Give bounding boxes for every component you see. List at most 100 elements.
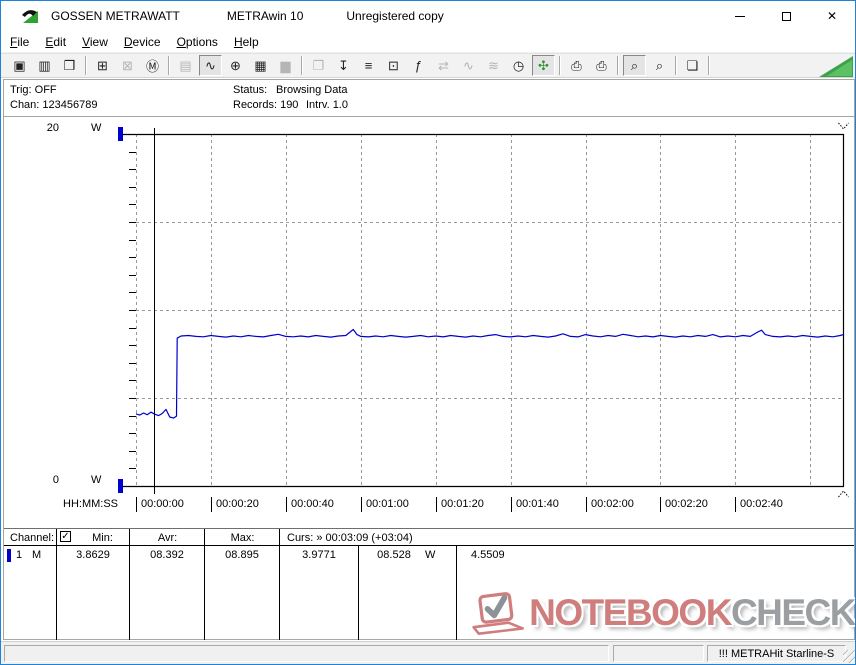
menu-device[interactable]: Device: [117, 33, 168, 51]
menu-edit[interactable]: Edit: [38, 33, 73, 51]
resize-grip[interactable]: [843, 650, 855, 663]
menu-bar: File Edit View Device Options Help: [1, 31, 855, 53]
maximize-button[interactable]: [763, 1, 809, 31]
notebookcheck-laptop-icon: [472, 592, 524, 635]
x-tick-label: 00:00:20: [216, 498, 259, 510]
col-header-min: Min:: [92, 532, 113, 544]
status-panel-device: !!! METRAHit Starline-S: [707, 645, 846, 662]
y-axis-max-label: 20: [46, 122, 59, 134]
monitor-setup-icon[interactable]: ⊡: [382, 55, 405, 76]
row-cursor-b-value: 08.528: [377, 549, 411, 561]
row-cursor-b-unit: W: [425, 549, 436, 561]
x-tick-label: 00:01:20: [441, 498, 484, 510]
x-tick-label: 00:01:40: [516, 498, 559, 510]
app-logo-icon: [22, 10, 38, 23]
formula-icon[interactable]: ƒ: [407, 55, 430, 76]
row-channel-number: 1: [16, 549, 23, 561]
x-tick-label: 00:02:40: [740, 498, 783, 510]
toolbar-separator: [675, 56, 677, 75]
toolbar-separator: [559, 56, 561, 75]
close-icon: ✕: [826, 9, 838, 23]
print-chart-icon[interactable]: ⎙: [590, 55, 613, 76]
y-axis-max-unit: W: [91, 122, 102, 134]
menu-view[interactable]: View: [75, 33, 115, 51]
maximize-icon: [781, 11, 791, 21]
transfer-icon: ⇄: [432, 55, 455, 76]
row-cursor-a-value: 3.9771: [302, 549, 336, 561]
watermark-text-primary: NOTEBOOK: [529, 592, 732, 633]
channel-color-marker: [7, 549, 11, 562]
trigger-status: Trig: OFF: [10, 84, 57, 96]
row-avr-value: 08.392: [150, 549, 184, 561]
bargraph-display-icon: ▆: [274, 55, 297, 76]
minimize-icon: [735, 15, 745, 17]
row-min-value: 3.8629: [76, 549, 110, 561]
y-axis-min-unit: W: [91, 474, 102, 486]
watermark-text-secondary: CHECK: [730, 592, 855, 633]
live-view-icon[interactable]: ✣: [532, 55, 555, 76]
x-tick-label: 00:00:40: [291, 498, 334, 510]
title-bar: GOSSEN METRAWATT METRAwin 10 Unregistere…: [1, 1, 855, 31]
y-axis-marker-bottom: [118, 479, 123, 493]
print-data-icon[interactable]: ⎙: [565, 55, 588, 76]
toolbar-separator: [301, 56, 303, 75]
x-tick-label: 00:00:00: [141, 498, 184, 510]
zoom-select-icon[interactable]: ⌕: [648, 55, 671, 76]
notebookcheck-watermark: NOTEBOOKCHECK: [471, 579, 855, 647]
row-channel-mode: M: [32, 549, 42, 561]
minimize-button[interactable]: [717, 1, 763, 31]
title-product-name: METRAwin 10: [226, 9, 304, 23]
y-axis-min-label: 0: [52, 474, 59, 486]
row-max-value: 08.895: [225, 549, 259, 561]
numeric-display-icon: ▤: [174, 55, 197, 76]
col-header-cursor: Curs: » 00:03:09 (+03:04): [287, 532, 413, 544]
save-data-icon[interactable]: ▣: [8, 55, 31, 76]
zoom-wave-icon[interactable]: ⌕: [623, 55, 646, 76]
col-header-avr: Avr:: [157, 532, 178, 544]
y-axis-marker-top: [118, 127, 123, 141]
x-tick-label: 00:01:00: [366, 498, 409, 510]
toolbar-separator: [617, 56, 619, 75]
menu-file[interactable]: File: [3, 33, 36, 51]
menu-options[interactable]: Options: [170, 33, 225, 51]
records-count: Records: 190: [233, 99, 299, 111]
toolbar-corner-triangle-icon: [819, 56, 853, 77]
x-tick-label: 00:02:20: [665, 498, 708, 510]
title-license-text: Unregistered copy: [346, 9, 444, 23]
waveform-display-icon[interactable]: ∿: [199, 55, 222, 76]
header-divider: [4, 545, 854, 546]
toolbar-separator: [85, 56, 87, 75]
info-panel: Trig: OFF Chan: 123456789 Status: Browsi…: [4, 80, 854, 117]
menu-help[interactable]: Help: [227, 33, 266, 51]
status-value: Browsing Data: [276, 84, 348, 96]
device-memory-icon[interactable]: Ⓜ: [141, 55, 164, 76]
device-name: !!! METRAHit Starline-S: [718, 647, 835, 660]
device-download-icon[interactable]: ⊞: [91, 55, 114, 76]
crosshair-display-icon[interactable]: ⊕: [224, 55, 247, 76]
table-display-icon[interactable]: ▦: [249, 55, 272, 76]
export-data-icon[interactable]: ↧: [332, 55, 355, 76]
status-panel-secondary: [613, 645, 704, 662]
channel-list: Chan: 123456789: [10, 99, 98, 111]
toolbar-separator: [168, 56, 170, 75]
title-app-name: GOSSEN METRAWATT: [51, 9, 180, 23]
save-as-icon[interactable]: ▥: [33, 55, 56, 76]
toolbar: ▣ ▥ ❒ ⊞ ⊠ Ⓜ ▤ ∿ ⊕ ▦ ▆ ❐ ↧ ≡ ⊡ ƒ ⇄ ∿ ≋ ◷ ✣ ⎙ ⎙ ⌕ ⌕ ❏: [1, 53, 855, 78]
col-header-max: Max:: [230, 532, 255, 544]
status-label: Status:: [233, 84, 268, 96]
app-window: GOSSEN METRAWATT METRAwin 10 Unregistere…: [0, 0, 856, 665]
timer-icon[interactable]: ◷: [507, 55, 530, 76]
annotation-icon[interactable]: ❏: [681, 55, 704, 76]
device-stop-icon: ⊠: [116, 55, 139, 76]
toolbar-separator: [708, 56, 710, 75]
interval-value: Intrv. 1.0: [306, 99, 348, 111]
channel-setup-icon[interactable]: ≡: [357, 55, 380, 76]
x-tick-label: 00:02:00: [591, 498, 634, 510]
status-panel-main: [4, 645, 609, 662]
close-button[interactable]: ✕: [809, 1, 855, 31]
channel-visible-checkbox[interactable]: ✓: [60, 531, 71, 542]
open-file-icon[interactable]: ❒: [58, 55, 81, 76]
x-axis-tick-labels: 00:00:00 00:00:20 00:00:40 00:01:00 00:01:20…: [1, 498, 855, 514]
row-cursor-delta-value: 4.5509: [471, 549, 505, 561]
col-header-channel: Channel:: [10, 532, 55, 544]
